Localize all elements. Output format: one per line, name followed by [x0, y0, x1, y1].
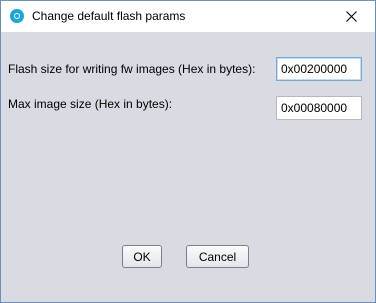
cancel-button[interactable]: Cancel	[186, 245, 249, 268]
dialog-content: Flash size for writing fw images (Hex in…	[1, 32, 375, 302]
window-title: Change default flash params	[32, 9, 186, 23]
max-image-size-input[interactable]	[276, 96, 362, 120]
flash-size-label: Flash size for writing fw images (Hex in…	[8, 62, 256, 76]
flash-size-input[interactable]	[276, 57, 362, 81]
close-button[interactable]	[329, 1, 375, 32]
close-icon	[346, 11, 357, 22]
title-bar[interactable]: Change default flash params	[1, 1, 375, 32]
max-image-size-label: Max image size (Hex in bytes):	[8, 97, 173, 111]
ok-button[interactable]: OK	[122, 245, 162, 268]
app-logo-icon	[10, 9, 24, 23]
dialog-window: Change default flash params Flash size f…	[0, 0, 376, 303]
